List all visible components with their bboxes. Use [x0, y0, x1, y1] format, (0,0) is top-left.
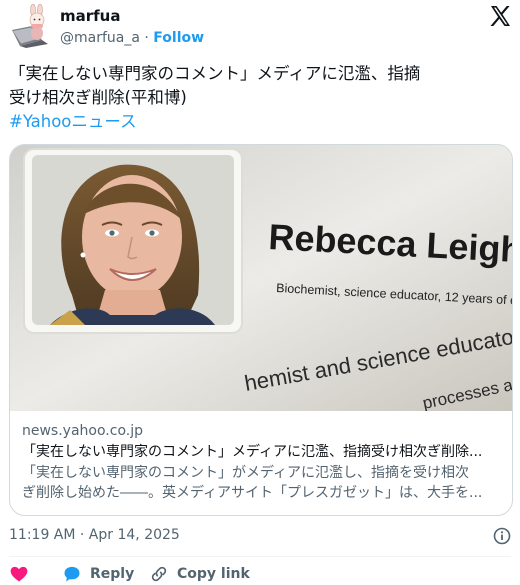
tweet-header: marfua @marfua_a · Follow: [0, 0, 520, 56]
author-handle[interactable]: @marfua_a: [60, 30, 140, 46]
author-display-name[interactable]: marfua: [60, 7, 120, 25]
card-description-line: 「実在しない専門家のコメント」がメディアに氾濫し、指摘を受け相次: [22, 465, 470, 481]
action-bar: Reply Copy link: [9, 564, 514, 585]
tweet-timestamp[interactable]: 11:19 AM · Apr 14, 2025: [9, 527, 180, 543]
tweet-text-line: 「実在しない専門家のコメント」メディアに氾濫、指摘: [9, 64, 421, 83]
reply-button[interactable]: Reply: [62, 564, 134, 584]
copy-link-button[interactable]: Copy link: [149, 564, 250, 584]
card-domain: news.yahoo.co.jp: [22, 423, 143, 439]
tweet-text-line: 受け相次ぎ削除(平和博): [9, 88, 187, 107]
follow-button[interactable]: Follow: [153, 30, 204, 46]
card-body[interactable]: news.yahoo.co.jp 「実在しない専門家のコメント」メディアに氾濫、…: [10, 411, 512, 515]
card-image[interactable]: Rebecca Leigh Biochemist, science educat…: [10, 145, 512, 411]
card-description-line: ぎ削除し始めた――。英メディアサイト「プレスガゼット」は、大手を...: [22, 485, 483, 501]
heart-icon: [10, 566, 28, 582]
copy-link-label: Copy link: [177, 566, 250, 582]
info-icon[interactable]: [493, 527, 511, 545]
like-button[interactable]: [9, 564, 37, 584]
link-icon: [151, 566, 167, 582]
link-card[interactable]: Rebecca Leigh Biochemist, science educat…: [9, 144, 513, 516]
tweet-text: 「実在しない専門家のコメント」メディアに氾濫、指摘 受け相次ぎ削除(平和博) #…: [9, 62, 514, 134]
author-meta: @marfua_a · Follow: [60, 30, 204, 46]
reply-bubble-icon: [64, 566, 80, 582]
card-title: 「実在しない専門家のコメント」メディアに氾濫、指摘受け相次ぎ削除...: [22, 444, 483, 460]
reply-label: Reply: [90, 566, 135, 582]
divider: [9, 556, 511, 557]
x-logo-icon[interactable]: [488, 4, 512, 28]
meta-separator: ·: [139, 30, 154, 46]
card-description: 「実在しない専門家のコメント」がメディアに氾濫し、指摘を受け相次 ぎ削除し始めた…: [22, 463, 502, 503]
hashtag-link[interactable]: #Yahooニュース: [9, 110, 514, 134]
avatar[interactable]: [8, 4, 52, 48]
